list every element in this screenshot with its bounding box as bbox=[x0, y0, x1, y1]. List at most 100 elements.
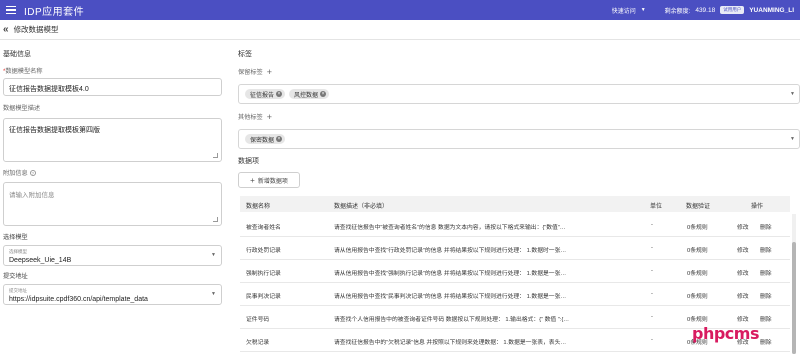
tag-chip-label: 征信报告 bbox=[250, 92, 275, 99]
resize-handle-icon[interactable] bbox=[213, 217, 218, 222]
other-tags-label: 其他标签 + bbox=[238, 112, 272, 122]
tags-heading: 标签 bbox=[238, 51, 252, 58]
hamburger-menu-icon[interactable] bbox=[6, 5, 16, 15]
add-data-item-label: 新增数据项 bbox=[257, 178, 288, 185]
tag-chip: 保密数据 × bbox=[245, 134, 286, 144]
cell-name: 欠税记录 bbox=[246, 340, 270, 346]
add-data-item-button[interactable]: + 新增数据项 bbox=[238, 172, 300, 188]
model-name-value: 征信报告数据提取模板4.0 bbox=[9, 86, 89, 93]
tag-chip-label: 风控数据 bbox=[294, 92, 319, 99]
add-reserved-tag-plus-icon[interactable]: + bbox=[267, 67, 272, 77]
delete-button[interactable]: 删除 bbox=[760, 314, 772, 323]
col-desc-header: 数据描述（非必填） bbox=[334, 204, 389, 210]
edit-button[interactable]: 修改 bbox=[737, 314, 749, 323]
cell-name: 证件号码 bbox=[246, 317, 270, 323]
submit-url-value: https://idpsuite.cpdf360.cn/api/template… bbox=[9, 296, 148, 303]
chevron-down-icon[interactable]: ▼ bbox=[790, 91, 795, 97]
model-select[interactable]: 选择模型 Deepseek_Uie_14B ▼ bbox=[3, 245, 222, 266]
cell-validate: 0条规则 bbox=[687, 248, 708, 254]
cell-unit: - bbox=[651, 314, 653, 320]
tags-and-items-panel: 标签 保留标签 + 征信报告 × 风控数据 × ▼ 其他标签 + 保密数据 × ▼ 数据项… bbox=[232, 40, 800, 354]
delete-button[interactable]: 删除 bbox=[760, 337, 772, 346]
tag-chip: 风控数据 × bbox=[289, 89, 330, 99]
cell-name: 强制执行记录 bbox=[246, 271, 281, 277]
basic-info-panel: 基础信息 *数据模型名称 征信报告数据提取模板4.0 数据模型描述 征信报告数据… bbox=[0, 40, 228, 354]
table-scrollbar[interactable] bbox=[792, 214, 796, 354]
other-tags-label-text: 其他标签 bbox=[238, 114, 263, 121]
edit-button[interactable]: 修改 bbox=[737, 268, 749, 277]
reserved-tags-label: 保留标签 + bbox=[238, 67, 272, 77]
quick-access-menu[interactable]: 快速访问 bbox=[612, 6, 636, 15]
col-unit-header: 单位 bbox=[650, 204, 663, 210]
cell-desc: 请查找征信报告中“被查询者姓名”的信息 数据为文本内容，请按以下格式来输出：{“… bbox=[334, 225, 566, 231]
quota-label: 剩余额度: bbox=[664, 8, 691, 15]
table-header: 数据名称 数据描述（非必填） 单位 数据验证 操作 bbox=[240, 196, 790, 212]
model-desc-value: 征信报告数据提取模板第四版 bbox=[9, 127, 100, 134]
edit-button[interactable]: 修改 bbox=[737, 291, 749, 300]
chevron-down-icon[interactable]: ▼ bbox=[790, 136, 795, 142]
submit-url-heading: 提交地址 bbox=[3, 273, 28, 280]
cell-unit: - bbox=[651, 268, 653, 274]
top-app-bar: IDP应用套件 快速访问 ▼ 剩余额度: 439.18 试用用户 YUANMIN… bbox=[0, 0, 800, 20]
extra-info-placeholder: 请输入附加信息 bbox=[9, 192, 55, 199]
table-row: 强制执行记录 请从信用报告中查找“强制执行记录”的信息 并将结果按以下规则进行处理… bbox=[240, 260, 790, 283]
reserved-tags-label-text: 保留标签 bbox=[238, 69, 263, 76]
reserved-tags-select[interactable]: 征信报告 × 风控数据 × ▼ bbox=[238, 84, 800, 104]
back-icon[interactable]: « bbox=[3, 24, 9, 35]
cell-validate: 0条规则 bbox=[687, 225, 708, 231]
cell-desc: 请查找征信报告中的“欠税记录”信息 并按照以下规则来处理数据： 1.数据是一张表… bbox=[334, 340, 567, 346]
delete-button[interactable]: 删除 bbox=[760, 245, 772, 254]
resize-handle-icon[interactable] bbox=[213, 153, 218, 158]
cell-validate: 0条规则 bbox=[687, 294, 708, 300]
col-name-header: 数据名称 bbox=[246, 204, 271, 210]
extra-info-textarea[interactable]: 请输入附加信息 bbox=[3, 182, 222, 226]
add-other-tag-plus-icon[interactable]: + bbox=[267, 112, 272, 122]
cell-unit: - bbox=[651, 291, 653, 297]
edit-button[interactable]: 修改 bbox=[737, 222, 749, 231]
table-row: 行政处罚记录 请从信用报告中查找“行政处罚记录”的信息 并将结果按以下规则进行处理… bbox=[240, 237, 790, 260]
cell-desc: 请查找个人信用报告中的被查询者证件号码 数据按以下规则处理： 1.输出格式：{“… bbox=[334, 317, 570, 323]
delete-button[interactable]: 删除 bbox=[760, 291, 772, 300]
model-select-float-label: 选择模型 bbox=[9, 249, 27, 254]
col-validate-header: 数据验证 bbox=[686, 204, 711, 210]
model-name-label-text: 数据模型名称 bbox=[5, 68, 43, 75]
cell-validate: 0条规则 bbox=[687, 271, 708, 277]
model-name-field[interactable]: 征信报告数据提取模板4.0 bbox=[3, 78, 222, 96]
chevron-down-icon[interactable]: ▼ bbox=[211, 252, 216, 258]
table-row: 民事判决记录 请从信用报告中查找“民事判决记录”的信息 并将结果按以下规则进行处理… bbox=[240, 283, 790, 306]
edit-button[interactable]: 修改 bbox=[737, 245, 749, 254]
plus-icon: + bbox=[250, 175, 255, 185]
topbar-right: 快速访问 ▼ 剩余额度: 439.18 试用用户 YUANMING_LI bbox=[612, 6, 794, 15]
app-title: IDP应用套件 bbox=[24, 6, 85, 18]
username[interactable]: YUANMING_LI bbox=[749, 7, 794, 14]
data-items-heading: 数据项 bbox=[238, 158, 259, 165]
scrollbar-thumb[interactable] bbox=[792, 242, 796, 354]
cell-name: 民事判决记录 bbox=[246, 294, 281, 300]
cell-desc: 请从信用报告中查找“民事判决记录”的信息 并将结果按以下规则进行处理： 1.数据… bbox=[334, 294, 567, 300]
cell-unit: - bbox=[651, 222, 653, 228]
chevron-down-icon[interactable]: ▼ bbox=[211, 291, 216, 297]
cell-desc: 请从信用报告中查找“行政处罚记录”的信息 并将结果按以下规则进行处理： 1.数据… bbox=[334, 248, 567, 254]
watermark: phpcms bbox=[692, 324, 759, 343]
model-name-label: *数据模型名称 bbox=[3, 66, 43, 75]
cell-unit: - bbox=[651, 245, 653, 251]
other-tags-select[interactable]: 保密数据 × ▼ bbox=[238, 129, 800, 149]
page-title: 修改数据模型 bbox=[13, 25, 59, 34]
table-row: 被查询者姓名 请查找征信报告中“被查询者姓名”的信息 数据为文本内容，请按以下格式… bbox=[240, 214, 790, 237]
model-select-value: Deepseek_Uie_14B bbox=[9, 257, 72, 264]
delete-button[interactable]: 删除 bbox=[760, 268, 772, 277]
model-desc-textarea[interactable]: 征信报告数据提取模板第四版 bbox=[3, 118, 222, 162]
submit-url-select[interactable]: 提交地址 https://idpsuite.cpdf360.cn/api/tem… bbox=[3, 284, 222, 305]
cell-desc: 请从信用报告中查找“强制执行记录”的信息 并将结果按以下规则进行处理： 1.数据… bbox=[334, 271, 567, 277]
close-icon[interactable]: × bbox=[320, 91, 327, 97]
help-icon[interactable]: ? bbox=[29, 170, 36, 177]
close-icon[interactable]: × bbox=[276, 136, 283, 142]
chevron-down-icon[interactable]: ▼ bbox=[641, 7, 646, 13]
tag-chip-label: 保密数据 bbox=[250, 137, 275, 144]
delete-button[interactable]: 删除 bbox=[760, 222, 772, 231]
close-icon[interactable]: × bbox=[276, 91, 283, 97]
model-desc-label: 数据模型描述 bbox=[3, 105, 41, 112]
basic-info-heading: 基础信息 bbox=[3, 51, 31, 58]
submit-url-float-label: 提交地址 bbox=[9, 288, 27, 293]
trial-user-badge: 试用用户 bbox=[720, 6, 745, 14]
